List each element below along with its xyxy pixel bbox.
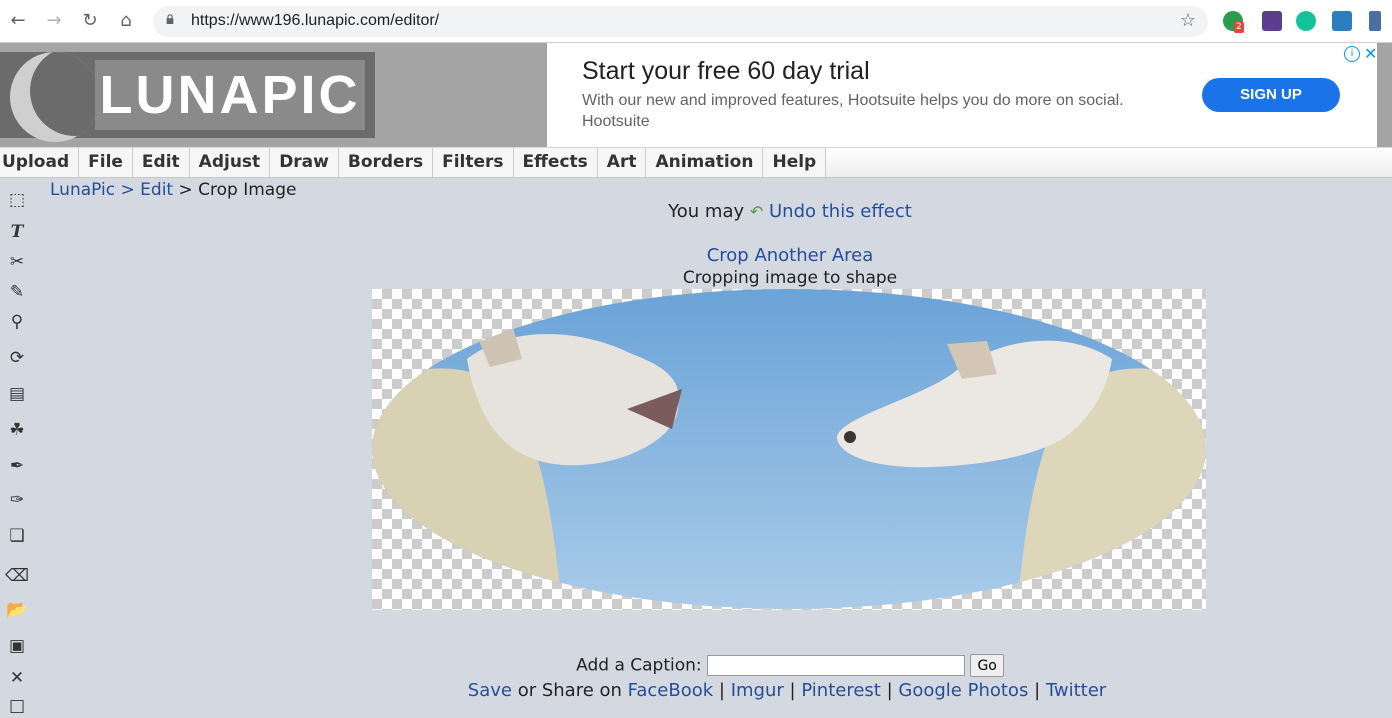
bookmark-star-icon[interactable]: ☆ (1180, 10, 1196, 31)
url-text: https://www196.lunapic.com/editor/ (191, 12, 440, 29)
menu-filters[interactable]: Filters (433, 148, 514, 177)
caption-input[interactable] (707, 655, 966, 676)
caption-label: Add a Caption: (576, 655, 702, 676)
eraser-icon[interactable]: ⌫ (5, 564, 29, 588)
share-imgur-link[interactable]: Imgur (731, 680, 784, 701)
cropped-image (372, 289, 1206, 609)
gradient-icon[interactable]: ▤ (5, 382, 29, 406)
menu-borders[interactable]: Borders (339, 148, 434, 177)
sign-up-button[interactable]: SIGN UP (1202, 78, 1340, 112)
save-link[interactable]: Save (468, 680, 512, 701)
menu-effects[interactable]: Effects (514, 148, 598, 177)
share-separator: | (718, 680, 725, 701)
home-icon[interactable]: ⌂ (114, 9, 138, 33)
text-icon[interactable]: T (5, 220, 29, 244)
menu-draw[interactable]: Draw (270, 148, 339, 177)
layers-icon[interactable]: ❏ (5, 524, 29, 548)
menu-help[interactable]: Help (763, 148, 827, 177)
share-google-photos-link[interactable]: Google Photos (898, 680, 1028, 701)
address-bar[interactable]: https://www196.lunapic.com/editor/ ☆ (153, 6, 1208, 37)
menu-animation[interactable]: Animation (646, 148, 764, 177)
extension-icon-2[interactable] (1262, 11, 1282, 31)
crop-another-link[interactable]: Crop Another Area (0, 245, 1392, 266)
share-prefix: or Share on (517, 680, 622, 701)
share-separator: | (886, 680, 893, 701)
lunapic-logo[interactable]: LUNAPIC (0, 52, 375, 142)
extension-icon-1[interactable]: 2 (1223, 11, 1244, 33)
caption-row: Add a Caption: Go (0, 654, 1392, 677)
menu-adjust[interactable]: Adjust (190, 148, 271, 177)
breadcrumb-separator: > (120, 180, 135, 200)
image-canvas[interactable] (372, 289, 1206, 610)
grammarly-icon[interactable] (1296, 11, 1316, 31)
forward-icon[interactable]: → (42, 9, 66, 33)
paint-bucket-icon[interactable]: ☘ (5, 418, 29, 442)
moon-icon (10, 52, 100, 142)
right-sheep-nose (844, 431, 856, 443)
menu-bar: Upload File Edit Adjust Draw Borders Fil… (0, 148, 1392, 178)
logo-text: LUNAPIC (95, 60, 365, 130)
extension-icon-4[interactable] (1332, 11, 1352, 31)
rotate-icon[interactable]: ⟳ (5, 346, 29, 370)
breadcrumb-current: Crop Image (198, 180, 297, 200)
share-separator: | (789, 680, 796, 701)
ad-description: With our new and improved features, Hoot… (582, 92, 1124, 109)
extension-badge: 2 (1234, 22, 1244, 33)
breadcrumb-separator: > (178, 180, 193, 200)
menu-edit[interactable]: Edit (133, 148, 190, 177)
ad-brand: Hootsuite (582, 113, 650, 130)
reload-icon[interactable]: ↻ (78, 9, 102, 33)
crop-status: Cropping image to shape (682, 268, 898, 288)
undo-message: You may ↶ Undo this effect (0, 201, 1392, 222)
magnifier-icon[interactable]: ⚲ (5, 310, 29, 334)
undo-prefix: You may (668, 201, 745, 222)
share-facebook-link[interactable]: FaceBook (628, 680, 714, 701)
advertisement[interactable]: Start your free 60 day trial With our ne… (547, 43, 1377, 147)
browser-toolbar: ← → ↻ ⌂ https://www196.lunapic.com/edito… (0, 0, 1392, 43)
caption-go-button[interactable]: Go (970, 654, 1004, 677)
menu-upload[interactable]: Upload (0, 148, 80, 177)
share-pinterest-link[interactable]: Pinterest (801, 680, 881, 701)
ad-close-icon[interactable]: ✕ (1364, 44, 1377, 63)
breadcrumb: LunaPic > Edit > Crop Image (50, 180, 296, 200)
extension-icon-5[interactable] (1369, 11, 1381, 31)
open-folder-icon[interactable]: 📂 (5, 598, 29, 622)
menu-file[interactable]: File (79, 148, 133, 177)
share-separator: | (1034, 680, 1041, 701)
breadcrumb-home[interactable]: LunaPic (50, 180, 115, 200)
brush-icon[interactable]: ✑ (5, 488, 29, 512)
site-banner: LUNAPIC Start your free 60 day trial Wit… (0, 43, 1392, 147)
back-icon[interactable]: ← (6, 9, 30, 33)
share-twitter-link[interactable]: Twitter (1046, 680, 1106, 701)
breadcrumb-edit[interactable]: Edit (140, 180, 173, 200)
eyedropper-icon[interactable]: ✒ (5, 454, 29, 478)
ad-info-icon[interactable]: i (1344, 46, 1360, 62)
lock-icon (166, 14, 174, 24)
crop-another-label[interactable]: Crop Another Area (707, 245, 874, 266)
undo-icon[interactable]: ↶ (750, 202, 763, 221)
menu-art[interactable]: Art (598, 148, 647, 177)
ad-title[interactable]: Start your free 60 day trial (582, 57, 870, 86)
undo-link[interactable]: Undo this effect (769, 201, 912, 222)
share-row: Save or Share on FaceBook | Imgur | Pint… (0, 680, 1392, 701)
